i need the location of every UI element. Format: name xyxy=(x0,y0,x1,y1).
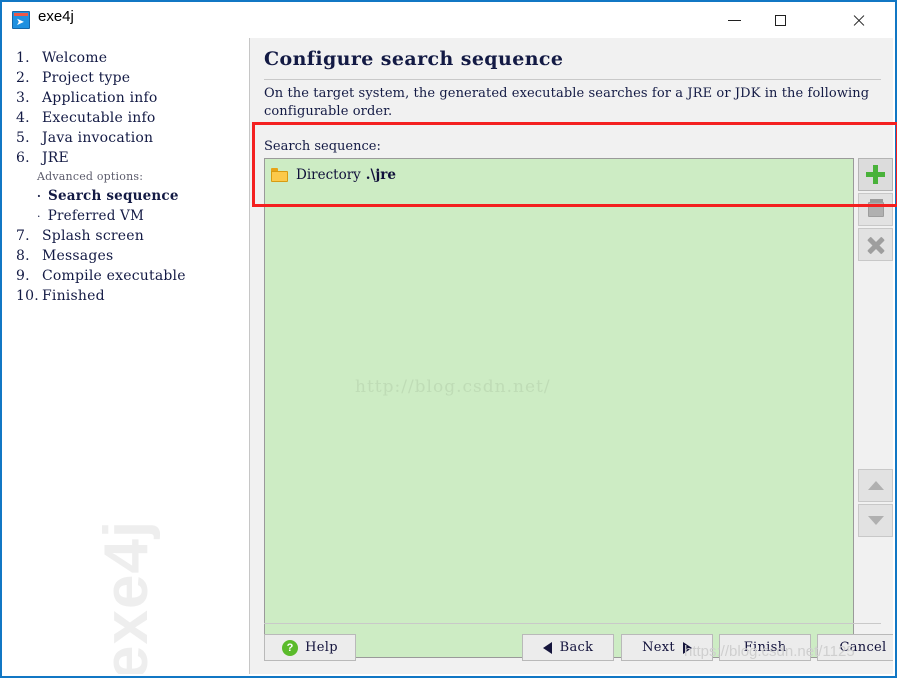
page-description: On the target system, the generated exec… xyxy=(264,86,870,119)
minimize-icon xyxy=(727,19,741,21)
bullet-icon: · xyxy=(37,210,41,223)
cancel-button-label: Cancel xyxy=(839,640,887,655)
main-content-panel: Configure search sequence On the target … xyxy=(250,38,893,674)
step-number: 6. xyxy=(16,150,30,166)
cancel-button[interactable]: Cancel xyxy=(817,634,893,661)
step-label: Project type xyxy=(42,70,131,86)
folder-icon xyxy=(271,168,288,182)
list-watermark: http://blog.csdn.net/ xyxy=(355,377,551,397)
edit-entry-button[interactable] xyxy=(858,193,893,226)
step-number: 1. xyxy=(16,50,30,66)
sidebar-step-executable-info[interactable]: 4. Executable info xyxy=(4,108,249,128)
sidebar-step-finished[interactable]: 10. Finished xyxy=(4,286,249,306)
step-label: Splash screen xyxy=(42,228,144,244)
chevron-down-icon xyxy=(867,516,884,525)
close-icon xyxy=(852,14,865,27)
edit-icon xyxy=(867,199,884,217)
add-entry-button[interactable] xyxy=(858,158,893,191)
sidebar-step-java-invocation[interactable]: 5. Java invocation xyxy=(4,128,249,148)
step-number: 7. xyxy=(16,228,30,244)
minimize-button[interactable] xyxy=(711,2,757,38)
move-up-button[interactable] xyxy=(858,469,893,502)
chevron-up-icon xyxy=(867,481,884,490)
maximize-icon xyxy=(774,14,786,26)
step-label: JRE xyxy=(42,150,69,166)
footer-divider xyxy=(264,623,881,624)
sidebar-substep-preferred-vm[interactable]: · Preferred VM xyxy=(4,206,249,226)
step-number: 4. xyxy=(16,110,30,126)
advanced-options-label: Advanced options: xyxy=(37,170,144,183)
exe4j-app-icon: ➤ xyxy=(12,11,30,29)
step-number: 2. xyxy=(16,70,30,86)
step-label: Application info xyxy=(42,90,158,106)
list-item-path: .\jre xyxy=(365,167,396,183)
step-label: Finished xyxy=(42,288,105,304)
page-title: Configure search sequence xyxy=(264,48,564,70)
help-button-label: Help xyxy=(305,640,338,655)
x-icon xyxy=(867,236,885,254)
title-bar: ➤ exe4j xyxy=(2,2,895,38)
next-button-label: Next xyxy=(642,640,675,655)
sidebar-step-jre[interactable]: 6. JRE xyxy=(4,148,249,168)
sidebar-step-messages[interactable]: 8. Messages xyxy=(4,246,249,266)
search-sequence-label: Search sequence: xyxy=(264,139,381,154)
step-number: 3. xyxy=(16,90,30,106)
sidebar-step-compile-executable[interactable]: 9. Compile executable xyxy=(4,266,249,286)
list-item[interactable]: Directory .\jre xyxy=(265,163,853,187)
back-button[interactable]: Back xyxy=(522,634,614,661)
substep-label: Preferred VM xyxy=(47,208,145,224)
step-number: 10. xyxy=(16,288,39,304)
step-label: Welcome xyxy=(42,50,108,66)
step-number: 5. xyxy=(16,130,30,146)
step-label: Executable info xyxy=(42,110,156,126)
exe4j-wizard-window: ➤ exe4j 1. Welcome 2. Project type 3. Ap… xyxy=(0,0,897,678)
question-mark-icon: ? xyxy=(282,639,299,656)
move-down-button[interactable] xyxy=(858,504,893,537)
window-title: exe4j xyxy=(38,8,74,25)
finish-button-label: Finish xyxy=(743,640,787,655)
plus-icon xyxy=(866,165,885,184)
close-button[interactable] xyxy=(835,2,881,38)
next-button[interactable]: Next xyxy=(621,634,713,661)
step-label: Java invocation xyxy=(42,130,154,146)
step-label: Compile executable xyxy=(42,268,186,284)
sidebar-watermark: exe4j xyxy=(92,519,161,674)
wizard-steps-sidebar: 1. Welcome 2. Project type 3. Applicatio… xyxy=(4,38,250,674)
sidebar-step-welcome[interactable]: 1. Welcome xyxy=(4,48,249,68)
steps-list: 1. Welcome 2. Project type 3. Applicatio… xyxy=(4,48,249,306)
sidebar-step-application-info[interactable]: 3. Application info xyxy=(4,88,249,108)
maximize-button[interactable] xyxy=(757,2,803,38)
back-button-label: Back xyxy=(559,640,594,655)
help-button[interactable]: ? Help xyxy=(264,634,356,661)
triangle-right-icon xyxy=(682,641,692,654)
sidebar-step-splash-screen[interactable]: 7. Splash screen xyxy=(4,226,249,246)
list-item-kind: Directory xyxy=(296,167,361,183)
sidebar-step-project-type[interactable]: 2. Project type xyxy=(4,68,249,88)
app-icon-arrow-glyph: ➤ xyxy=(16,17,25,28)
step-number: 8. xyxy=(16,248,30,264)
sidebar-substep-search-sequence[interactable]: · Search sequence xyxy=(4,186,249,206)
triangle-left-icon xyxy=(542,641,552,654)
finish-button[interactable]: Finish xyxy=(719,634,811,661)
remove-entry-button[interactable] xyxy=(858,228,893,261)
title-divider xyxy=(264,79,881,80)
search-sequence-list[interactable]: Directory .\jre http://blog.csdn.net/ xyxy=(264,158,854,658)
bullet-icon: · xyxy=(37,190,42,203)
app-icon-titlestripe xyxy=(14,13,28,16)
substep-label: Search sequence xyxy=(48,188,179,204)
step-label: Messages xyxy=(42,248,114,264)
step-number: 9. xyxy=(16,268,30,284)
